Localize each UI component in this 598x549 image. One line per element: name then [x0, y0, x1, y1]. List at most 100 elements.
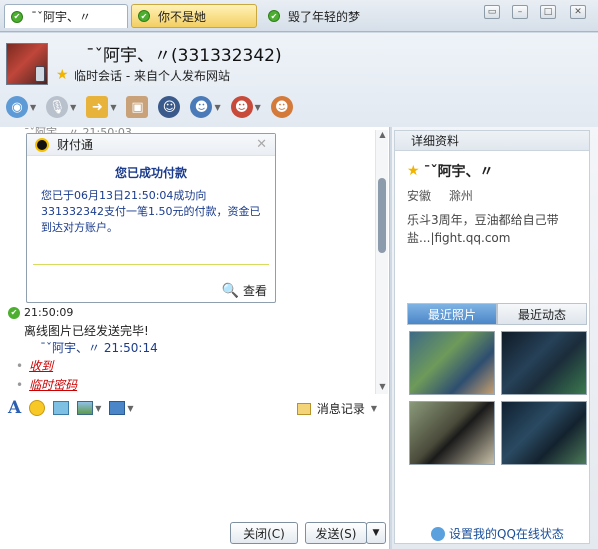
- view-button[interactable]: 🔍 查看: [222, 282, 267, 299]
- send-button[interactable]: 发送(S): [305, 522, 367, 544]
- info-tabs: 最近照片 最近动态: [407, 303, 587, 325]
- block-user-button[interactable]: ☻ ▼: [230, 95, 261, 119]
- user-icon: ☻: [190, 96, 213, 118]
- timestamp-text: 21:50:09: [24, 306, 74, 319]
- payment-card: 财付通 ✕ 您已成功付款 您已于06月13日21:50:04成功向3313323…: [26, 133, 276, 303]
- link-temp-password[interactable]: • 临时密码: [16, 376, 77, 393]
- microphone-icon: 🎙: [46, 96, 69, 118]
- location: 安徽 滁州: [407, 187, 487, 204]
- check-icon: ✔: [8, 306, 20, 319]
- view-label: 查看: [242, 284, 267, 298]
- photo-thumbnail[interactable]: [409, 331, 495, 395]
- sender-line: ˉˇ阿宇、〃 21:50:14: [40, 341, 158, 355]
- magnifier-icon: 🔍: [221, 282, 239, 299]
- online-status-icon: ✔: [138, 10, 150, 22]
- history-icon: [296, 402, 311, 415]
- signature: 乐斗3周年，豆油都给自己带盐...|fight.qq.com: [407, 213, 559, 245]
- send-file-button[interactable]: ➜ ▼: [86, 95, 116, 119]
- scroll-thumb[interactable]: [378, 178, 386, 253]
- chevron-down-icon[interactable]: ▼: [95, 404, 101, 413]
- session-info: 临时会话 - 来自个人发布网站: [74, 69, 230, 83]
- scroll-down-icon[interactable]: ▼: [376, 382, 389, 394]
- chat-tab-ayu[interactable]: ✔ ˉˇ阿宇、〃: [4, 4, 128, 28]
- online-status-icon: ✔: [268, 10, 280, 22]
- close-button[interactable]: 关闭(C): [230, 522, 298, 544]
- image-icon[interactable]: [77, 401, 94, 415]
- scroll-up-icon[interactable]: ▲: [376, 130, 389, 142]
- divider: [33, 264, 269, 265]
- tab-recent-updates[interactable]: 最近动态: [497, 303, 587, 325]
- chat-header: ˉˇ阿宇、〃(331332342) ★ 临时会话 - 来自个人发布网站 ◉ ▼ …: [0, 33, 598, 127]
- bullet-icon: •: [16, 378, 24, 392]
- police-icon: ☺: [158, 96, 181, 118]
- message-history[interactable]: ˉˇ阿宇、〃 21:50:03 财付通 ✕ 您已成功付款 您已于06月13日21…: [0, 127, 390, 395]
- chevron-down-icon[interactable]: ▼: [30, 103, 36, 112]
- user-remove-icon: ☻: [230, 96, 253, 118]
- link-received[interactable]: • 收到: [16, 357, 53, 374]
- skin-icon[interactable]: ▭: [484, 5, 500, 19]
- tab-recent-photos[interactable]: 最近照片: [407, 303, 497, 325]
- maximize-icon[interactable]: □: [540, 5, 556, 19]
- photo-thumbnail[interactable]: [409, 401, 495, 465]
- police-report-button[interactable]: ☺: [158, 95, 181, 119]
- add-user-icon: ☻: [270, 96, 293, 118]
- close-icon[interactable]: ✕: [570, 5, 586, 19]
- link-label[interactable]: 收到: [29, 359, 53, 373]
- message-input[interactable]: [0, 421, 390, 519]
- mobile-phone-icon: [35, 66, 45, 82]
- chevron-down-icon[interactable]: ▼: [371, 404, 377, 413]
- folder-icon: ➜: [86, 96, 109, 118]
- send-options-icon[interactable]: ▼: [366, 522, 386, 544]
- panel-title: 详细资料: [395, 131, 589, 151]
- nickname-text: ˉˇ阿宇、〃: [423, 164, 494, 180]
- screen-icon: ▣: [126, 96, 149, 118]
- chat-tab-nibushita[interactable]: ✔ 你不是她: [131, 4, 257, 28]
- bottom-bar: 关闭(C) 发送(S) ▼: [0, 519, 390, 549]
- link-label[interactable]: 临时密码: [29, 378, 77, 392]
- card-header: 财付通 ✕: [27, 134, 275, 156]
- online-status-icon: ✔: [11, 10, 23, 23]
- photo-thumbnail[interactable]: [501, 331, 587, 395]
- history-label: 消息记录: [316, 402, 365, 416]
- card-body: 您已于06月13日21:50:04成功向331332342支付一笔1.50元的付…: [41, 189, 261, 234]
- scribble-icon[interactable]: [53, 401, 70, 415]
- chevron-down-icon[interactable]: ▼: [255, 103, 261, 112]
- chat-toolbar: ◉ ▼ 🎙 ▼ ➜ ▼ ▣ ☺ ☻ ▼ ☻ ▼ ☻: [6, 93, 303, 121]
- chat-tab-huileniangqing[interactable]: ✔ 毁了年轻的梦: [262, 4, 392, 28]
- emoji-icon[interactable]: [29, 400, 46, 416]
- message-history-button[interactable]: 消息记录 ▼: [296, 400, 377, 417]
- contact-name: ˉˇ阿宇、〃(331332342): [86, 46, 282, 66]
- photo-thumbnail[interactable]: [501, 401, 587, 465]
- contact-info-box: 详细资料 ★ ˉˇ阿宇、〃 安徽 滁州 乐斗3周年，豆油都给自己带盐...|fi…: [394, 130, 590, 544]
- chevron-down-icon[interactable]: ▼: [214, 103, 220, 112]
- card-header-label: 财付通: [57, 138, 94, 152]
- contact-nickname: ★ ˉˇ阿宇、〃: [407, 161, 494, 181]
- chevron-down-icon[interactable]: ▼: [127, 404, 133, 413]
- camera-icon: ◉: [6, 96, 28, 118]
- add-friend-button[interactable]: ☻: [270, 95, 293, 119]
- contact-info-panel: 详细资料 ★ ˉˇ阿宇、〃 安徽 滁州 乐斗3周年，豆油都给自己带盐...|fi…: [392, 127, 598, 549]
- screenshot-icon[interactable]: [109, 401, 126, 415]
- user-info-button[interactable]: ☻ ▼: [190, 95, 221, 119]
- set-online-status-link[interactable]: 设置我的QQ在线状态: [431, 525, 564, 542]
- photo-grid: [409, 331, 587, 465]
- voice-call-button[interactable]: 🎙 ▼: [46, 95, 76, 119]
- font-icon[interactable]: A: [8, 398, 21, 418]
- bullet-icon: •: [16, 359, 24, 373]
- tab-label: ˉˇ阿宇、〃: [31, 10, 92, 24]
- tab-label: 毁了年轻的梦: [288, 9, 361, 24]
- video-call-button[interactable]: ◉ ▼: [6, 95, 36, 119]
- minimize-icon[interactable]: –: [512, 5, 528, 19]
- remote-assist-button[interactable]: ▣: [126, 95, 149, 119]
- input-toolbar: A ▼ ▼ 消息记录 ▼: [0, 395, 390, 421]
- qq-status-icon: [431, 526, 445, 541]
- card-title: 您已成功付款: [114, 166, 187, 180]
- close-icon[interactable]: ✕: [256, 137, 267, 152]
- avatar[interactable]: [6, 43, 48, 85]
- star-icon: ★: [407, 163, 420, 179]
- province: 安徽: [407, 189, 432, 203]
- tab-label: 你不是她: [158, 9, 207, 24]
- scrollbar[interactable]: ▲ ▼: [375, 130, 388, 394]
- chevron-down-icon[interactable]: ▼: [110, 103, 116, 112]
- chevron-down-icon[interactable]: ▼: [70, 103, 76, 112]
